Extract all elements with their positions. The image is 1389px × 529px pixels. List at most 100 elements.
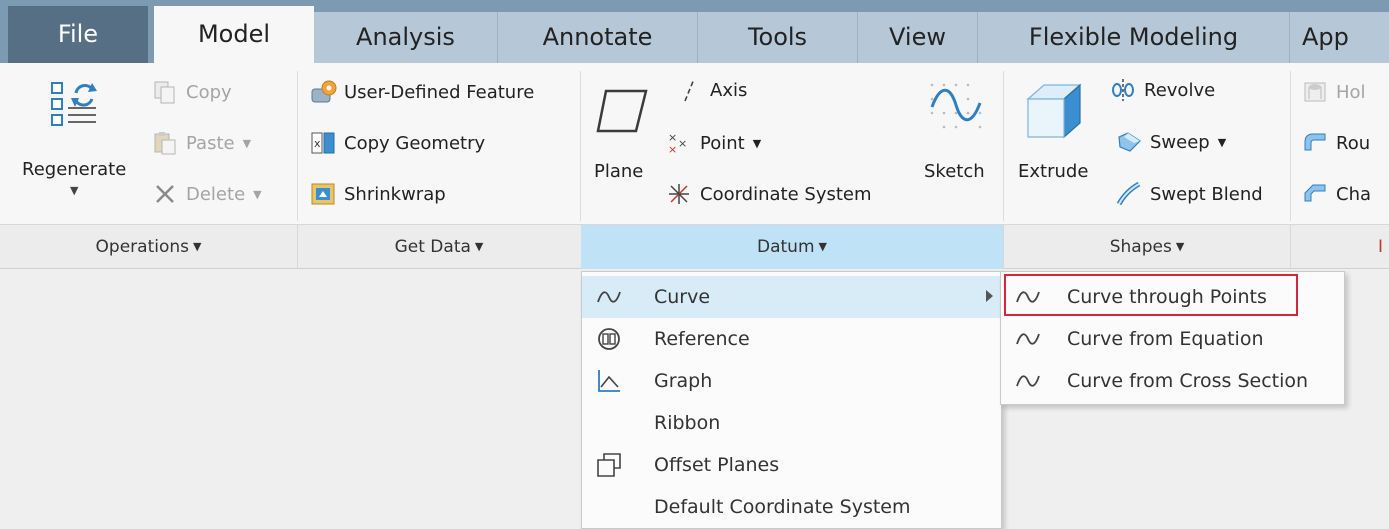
datum-group-title[interactable]: Datum ▼ (581, 225, 1003, 269)
extrude-button[interactable]: Extrude (1012, 77, 1096, 207)
hole-label: Hol (1336, 81, 1366, 103)
engineering-group-title[interactable]: I (1372, 225, 1389, 269)
get-data-title-label: Get Data (394, 237, 471, 257)
extrude-icon (1026, 83, 1082, 139)
menu-item-curve[interactable]: Curve (582, 276, 1001, 318)
regenerate-icon (51, 82, 97, 126)
plane-label: Plane (594, 161, 644, 182)
get-data-group-title[interactable]: Get Data ▼ (298, 225, 580, 269)
menu-item-reference[interactable]: Reference (582, 318, 1001, 360)
operations-group-title[interactable]: Operations ▼ (0, 225, 297, 269)
sweep-icon (1116, 129, 1142, 155)
datum-axis-icon (676, 77, 702, 103)
sketch-label: Sketch (924, 161, 985, 182)
curve-icon (597, 291, 621, 303)
menu-item-curve-label: Curve (654, 286, 711, 308)
revolve-button[interactable]: Revolve (1110, 75, 1215, 105)
tab-file[interactable]: File (8, 6, 148, 63)
shrinkwrap-label: Shrinkwrap (344, 183, 446, 205)
hole-icon (1302, 79, 1328, 105)
paste-button[interactable]: Paste ▼ (152, 128, 251, 158)
point-button[interactable]: × × × Point ▼ (666, 128, 761, 158)
tab-annotate[interactable]: Annotate (497, 12, 697, 63)
swept-blend-button[interactable]: Swept Blend (1116, 179, 1263, 209)
chevron-down-icon[interactable]: ▼ (253, 188, 261, 201)
menu-item-curve-from-cross-section[interactable]: Curve from Cross Section (1001, 360, 1344, 402)
shrinkwrap-button[interactable]: Shrinkwrap (310, 179, 446, 209)
offset-planes-icon (597, 453, 621, 477)
tab-view[interactable]: View (857, 12, 977, 63)
chamfer-icon (1302, 181, 1328, 207)
delete-button[interactable]: Delete ▼ (152, 179, 262, 209)
paste-label: Paste (186, 132, 235, 154)
tab-flexible-modeling[interactable]: Flexible Modeling (977, 12, 1289, 63)
revolve-label: Revolve (1144, 79, 1216, 101)
reference-icon (598, 328, 620, 350)
graph-icon (598, 370, 620, 392)
extrude-label: Extrude (1018, 161, 1089, 182)
datum-dropdown-menu: Curve Reference Graph Ribbon Offset Plan… (581, 271, 1002, 529)
axis-button[interactable]: Axis (676, 75, 747, 105)
tab-analysis[interactable]: Analysis (314, 12, 497, 63)
plane-button[interactable]: Plane (590, 77, 660, 207)
menu-item-ribbon[interactable]: Ribbon (582, 402, 1001, 444)
chamfer-label: Cha (1336, 183, 1372, 205)
shapes-group-title[interactable]: Shapes ▼ (1004, 225, 1290, 269)
hole-button[interactable]: Hol (1302, 77, 1366, 107)
delete-x-icon (152, 181, 178, 207)
submenu-arrow-icon (986, 290, 993, 302)
user-defined-feature-icon (310, 79, 337, 105)
menu-item-curve-from-equation-label: Curve from Equation (1067, 328, 1264, 350)
shapes-title-label: Shapes (1109, 237, 1172, 257)
menu-item-curve-from-equation[interactable]: Curve from Equation (1001, 318, 1344, 360)
svg-text:×: × (678, 137, 687, 150)
user-defined-feature-button[interactable]: User-Defined Feature (310, 77, 534, 107)
regenerate-button[interactable]: Regenerate ▼ (18, 77, 136, 203)
chevron-down-icon[interactable]: ▼ (1218, 136, 1226, 149)
swept-blend-label: Swept Blend (1150, 183, 1263, 205)
datum-point-icon: × × × (666, 130, 692, 156)
menu-item-default-coordinate-system-label: Default Coordinate System (654, 496, 911, 518)
sketch-button[interactable]: Sketch (918, 77, 994, 207)
chevron-down-icon: ▼ (193, 240, 202, 253)
menu-item-offset-planes-label: Offset Planes (654, 454, 780, 476)
coordinate-system-button[interactable]: Coordinate System (666, 179, 872, 209)
user-defined-feature-label: User-Defined Feature (344, 81, 535, 103)
sweep-button[interactable]: Sweep ▼ (1116, 127, 1226, 157)
svg-text:×: × (668, 143, 677, 156)
chamfer-button[interactable]: Cha (1302, 179, 1371, 209)
menu-item-reference-label: Reference (654, 328, 750, 350)
tab-model[interactable]: Model (154, 6, 314, 63)
group-separator (1290, 225, 1291, 269)
coordinate-system-label: Coordinate System (700, 183, 872, 205)
tab-tools[interactable]: Tools (697, 12, 857, 63)
menu-item-offset-planes[interactable]: Offset Planes (582, 444, 1001, 486)
chevron-down-icon[interactable]: ▼ (70, 184, 78, 197)
axis-label: Axis (710, 79, 748, 101)
copy-button[interactable]: Copy (152, 77, 232, 107)
menu-item-ribbon-label: Ribbon (654, 412, 721, 434)
chevron-down-icon[interactable]: ▼ (753, 137, 761, 150)
group-title-bar: Operations ▼ Get Data ▼ Datum ▼ Shapes ▼ I (0, 225, 1389, 269)
group-separator (297, 71, 298, 221)
copy-geometry-label: Copy Geometry (344, 132, 486, 154)
revolve-icon (1110, 77, 1136, 103)
copy-geometry-button[interactable]: x Copy Geometry (310, 128, 485, 158)
menu-item-default-coordinate-system[interactable]: Default Coordinate System (582, 486, 1001, 528)
tab-applications[interactable]: App (1289, 12, 1389, 63)
group-separator (580, 71, 581, 221)
highlight-annotation-box (1004, 274, 1298, 316)
paste-icon (152, 130, 178, 156)
chevron-down-icon: ▼ (474, 240, 484, 253)
datum-plane-icon (596, 89, 648, 133)
regenerate-label: Regenerate (22, 159, 127, 180)
sweep-label: Sweep (1150, 131, 1210, 153)
round-icon (1302, 130, 1328, 156)
operations-title-label: Operations (95, 237, 189, 257)
chevron-down-icon[interactable]: ▼ (243, 137, 251, 150)
shrinkwrap-icon (310, 181, 336, 207)
menu-item-graph[interactable]: Graph (582, 360, 1001, 402)
copy-label: Copy (186, 81, 232, 103)
group-separator (1290, 71, 1291, 221)
round-button[interactable]: Rou (1302, 128, 1370, 158)
